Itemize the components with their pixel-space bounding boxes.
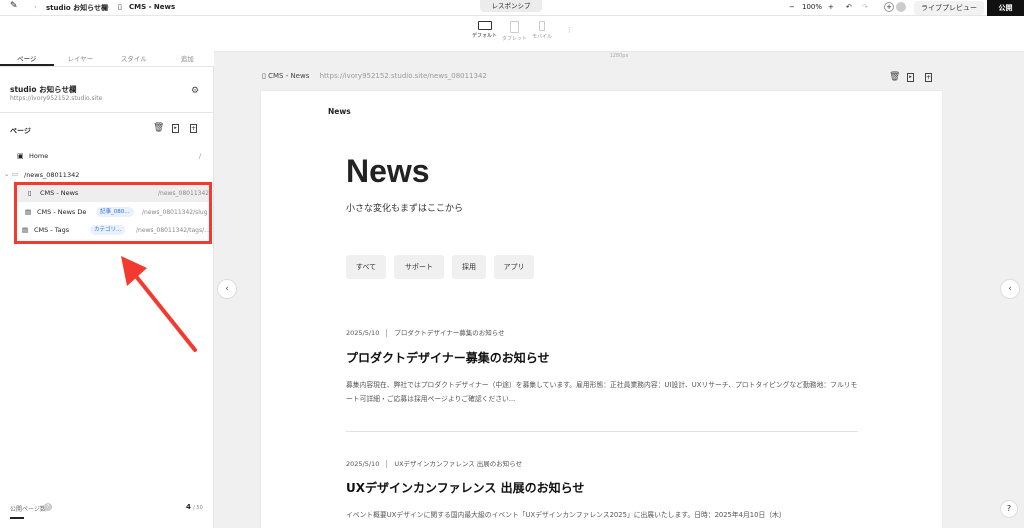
page-heading[interactable]: News: [346, 153, 430, 190]
filter-app[interactable]: アプリ: [494, 255, 534, 279]
tablet-icon: [510, 21, 519, 33]
published-pages-count: 4 / 50: [186, 503, 203, 511]
mobile-icon: [539, 21, 545, 31]
article-body: イベント概要UXデザインに関する国内最大級のイベント「UXデザインカンファレンス…: [346, 511, 786, 519]
sidebar-tabs: ページ レイヤー スタイル 追加: [0, 52, 214, 67]
filter-recruit[interactable]: 採用: [452, 255, 486, 279]
add-page-icon[interactable]: +: [190, 124, 197, 133]
trash-icon[interactable]: 🗑: [889, 72, 900, 82]
collapse-right-button[interactable]: ‹: [1000, 279, 1020, 299]
pen-icon[interactable]: ✎: [10, 1, 18, 11]
publish-button[interactable]: 公開: [987, 0, 1024, 16]
page-icon: ▯: [118, 3, 122, 11]
article-title[interactable]: プロダクトデザイナー募集のお知らせ: [346, 349, 550, 366]
breadcrumb-site[interactable]: studio お知らせ欄: [46, 3, 108, 13]
tab-layers[interactable]: レイヤー: [54, 52, 108, 66]
page-icon: ▯: [262, 72, 266, 80]
filter-support[interactable]: サポート: [394, 255, 444, 279]
add-page-icon[interactable]: +: [925, 73, 932, 82]
site-nav-title[interactable]: News: [328, 107, 351, 116]
top-bar: ✎ › studio お知らせ欄 › ▯ CMS - News レスポンシブ −…: [0, 0, 1024, 16]
page-home-path: /: [199, 153, 202, 160]
tab-pages[interactable]: ページ: [0, 52, 54, 66]
device-tablet-label: タブレット: [502, 36, 528, 42]
device-default[interactable]: デフォルト: [472, 21, 497, 39]
canvas-page-url[interactable]: https://ivory952152.studio.site/news_080…: [320, 72, 487, 80]
device-bar: デフォルト タブレット モバイル ⋮: [214, 16, 1024, 52]
device-mobile-label: モバイル: [532, 34, 553, 40]
annotation-arrow: [121, 256, 197, 352]
article-title[interactable]: UXデザインカンファレンス 出展のお知らせ: [346, 479, 584, 496]
page-subtitle[interactable]: 小さな変化もまずはここから: [346, 201, 463, 214]
usage-bar: [10, 517, 24, 519]
article-meta: 2025/5/10 UXデザインカンファレンス 出展のお知らせ: [346, 458, 522, 468]
article-meta: 2025/5/10 プロダクトデザイナー募集のお知らせ: [346, 327, 505, 337]
responsive-label[interactable]: レスポンシブ: [480, 0, 542, 12]
published-pages-label: 公開ページ数: [10, 506, 46, 513]
article-date: 2025/5/10: [346, 460, 380, 468]
device-tablet[interactable]: タブレット: [502, 21, 527, 42]
article-category: プロダクトデザイナー募集のお知らせ: [394, 329, 505, 337]
chevron-left-icon: ‹: [1008, 284, 1012, 294]
chevron-right-icon: ›: [34, 3, 37, 11]
count-value: 4: [186, 503, 191, 511]
desktop-icon: [477, 21, 492, 30]
zoom-out-button[interactable]: −: [789, 3, 795, 11]
article-body: 募集内容現在、弊社ではプロダクトデザイナー（中途）を募集しています。雇用形態：正…: [346, 381, 858, 403]
folder-icon: ▭: [12, 170, 19, 178]
zoom-in-button[interactable]: +: [828, 3, 834, 11]
more-icon[interactable]: ⋮: [566, 26, 573, 34]
folder-label[interactable]: /news_08011342: [24, 171, 79, 179]
add-member-icon[interactable]: +: [884, 2, 894, 12]
settings-sliders-icon[interactable]: ⚙: [191, 86, 199, 96]
article-category: UXデザインカンファレンス 出展のお知らせ: [394, 460, 523, 468]
live-preview-button[interactable]: ライブプレビュー: [914, 1, 984, 15]
width-ruler: 1280px: [609, 53, 629, 59]
tab-add[interactable]: 追加: [161, 52, 215, 66]
device-default-label: デフォルト: [472, 33, 498, 39]
redo-icon[interactable]: ↷: [862, 3, 868, 11]
tab-styles[interactable]: スタイル: [107, 52, 161, 66]
device-mobile[interactable]: モバイル: [532, 21, 552, 40]
article-divider: [346, 431, 858, 432]
sidebar-top-blank: [0, 16, 214, 52]
pages-heading: ページ: [10, 127, 31, 135]
help-small-icon[interactable]: ?: [44, 503, 52, 511]
add-cms-page-icon[interactable]: ▸: [907, 73, 914, 82]
collapse-left-button[interactable]: ‹: [217, 279, 237, 299]
count-total: / 50: [193, 505, 203, 511]
article-date: 2025/5/10: [346, 329, 380, 337]
page-canvas[interactable]: News News 小さな変化もまずはここから すべて サポート 採用 アプリ …: [261, 91, 942, 528]
breadcrumb-page[interactable]: CMS - News: [129, 3, 175, 11]
add-cms-page-icon[interactable]: ▸: [172, 124, 179, 133]
question-icon: ?: [1006, 504, 1012, 513]
canvas-page-name: CMS - News: [268, 72, 310, 80]
avatar[interactable]: [896, 2, 906, 12]
canvas-header: ▯ CMS - News https://ivory952152.studio.…: [262, 72, 487, 80]
chevron-right-icon: ›: [107, 3, 110, 11]
undo-icon[interactable]: ↶: [846, 3, 852, 11]
page-home-label[interactable]: Home: [29, 152, 48, 160]
zoom-level[interactable]: 100%: [802, 3, 822, 11]
site-title: studio お知らせ欄: [10, 85, 77, 94]
annotation-highlight-box: [14, 182, 212, 244]
chevron-down-icon[interactable]: ⌄: [4, 170, 9, 178]
trash-icon[interactable]: 🗑: [153, 123, 164, 133]
help-button[interactable]: ?: [1000, 500, 1018, 518]
chevron-left-icon: ‹: [225, 284, 229, 294]
filter-all[interactable]: すべて: [346, 255, 386, 279]
divider: [0, 112, 214, 113]
page-icon: ▣: [17, 152, 24, 160]
site-url: https://ivory952152.studio.site: [10, 95, 103, 102]
